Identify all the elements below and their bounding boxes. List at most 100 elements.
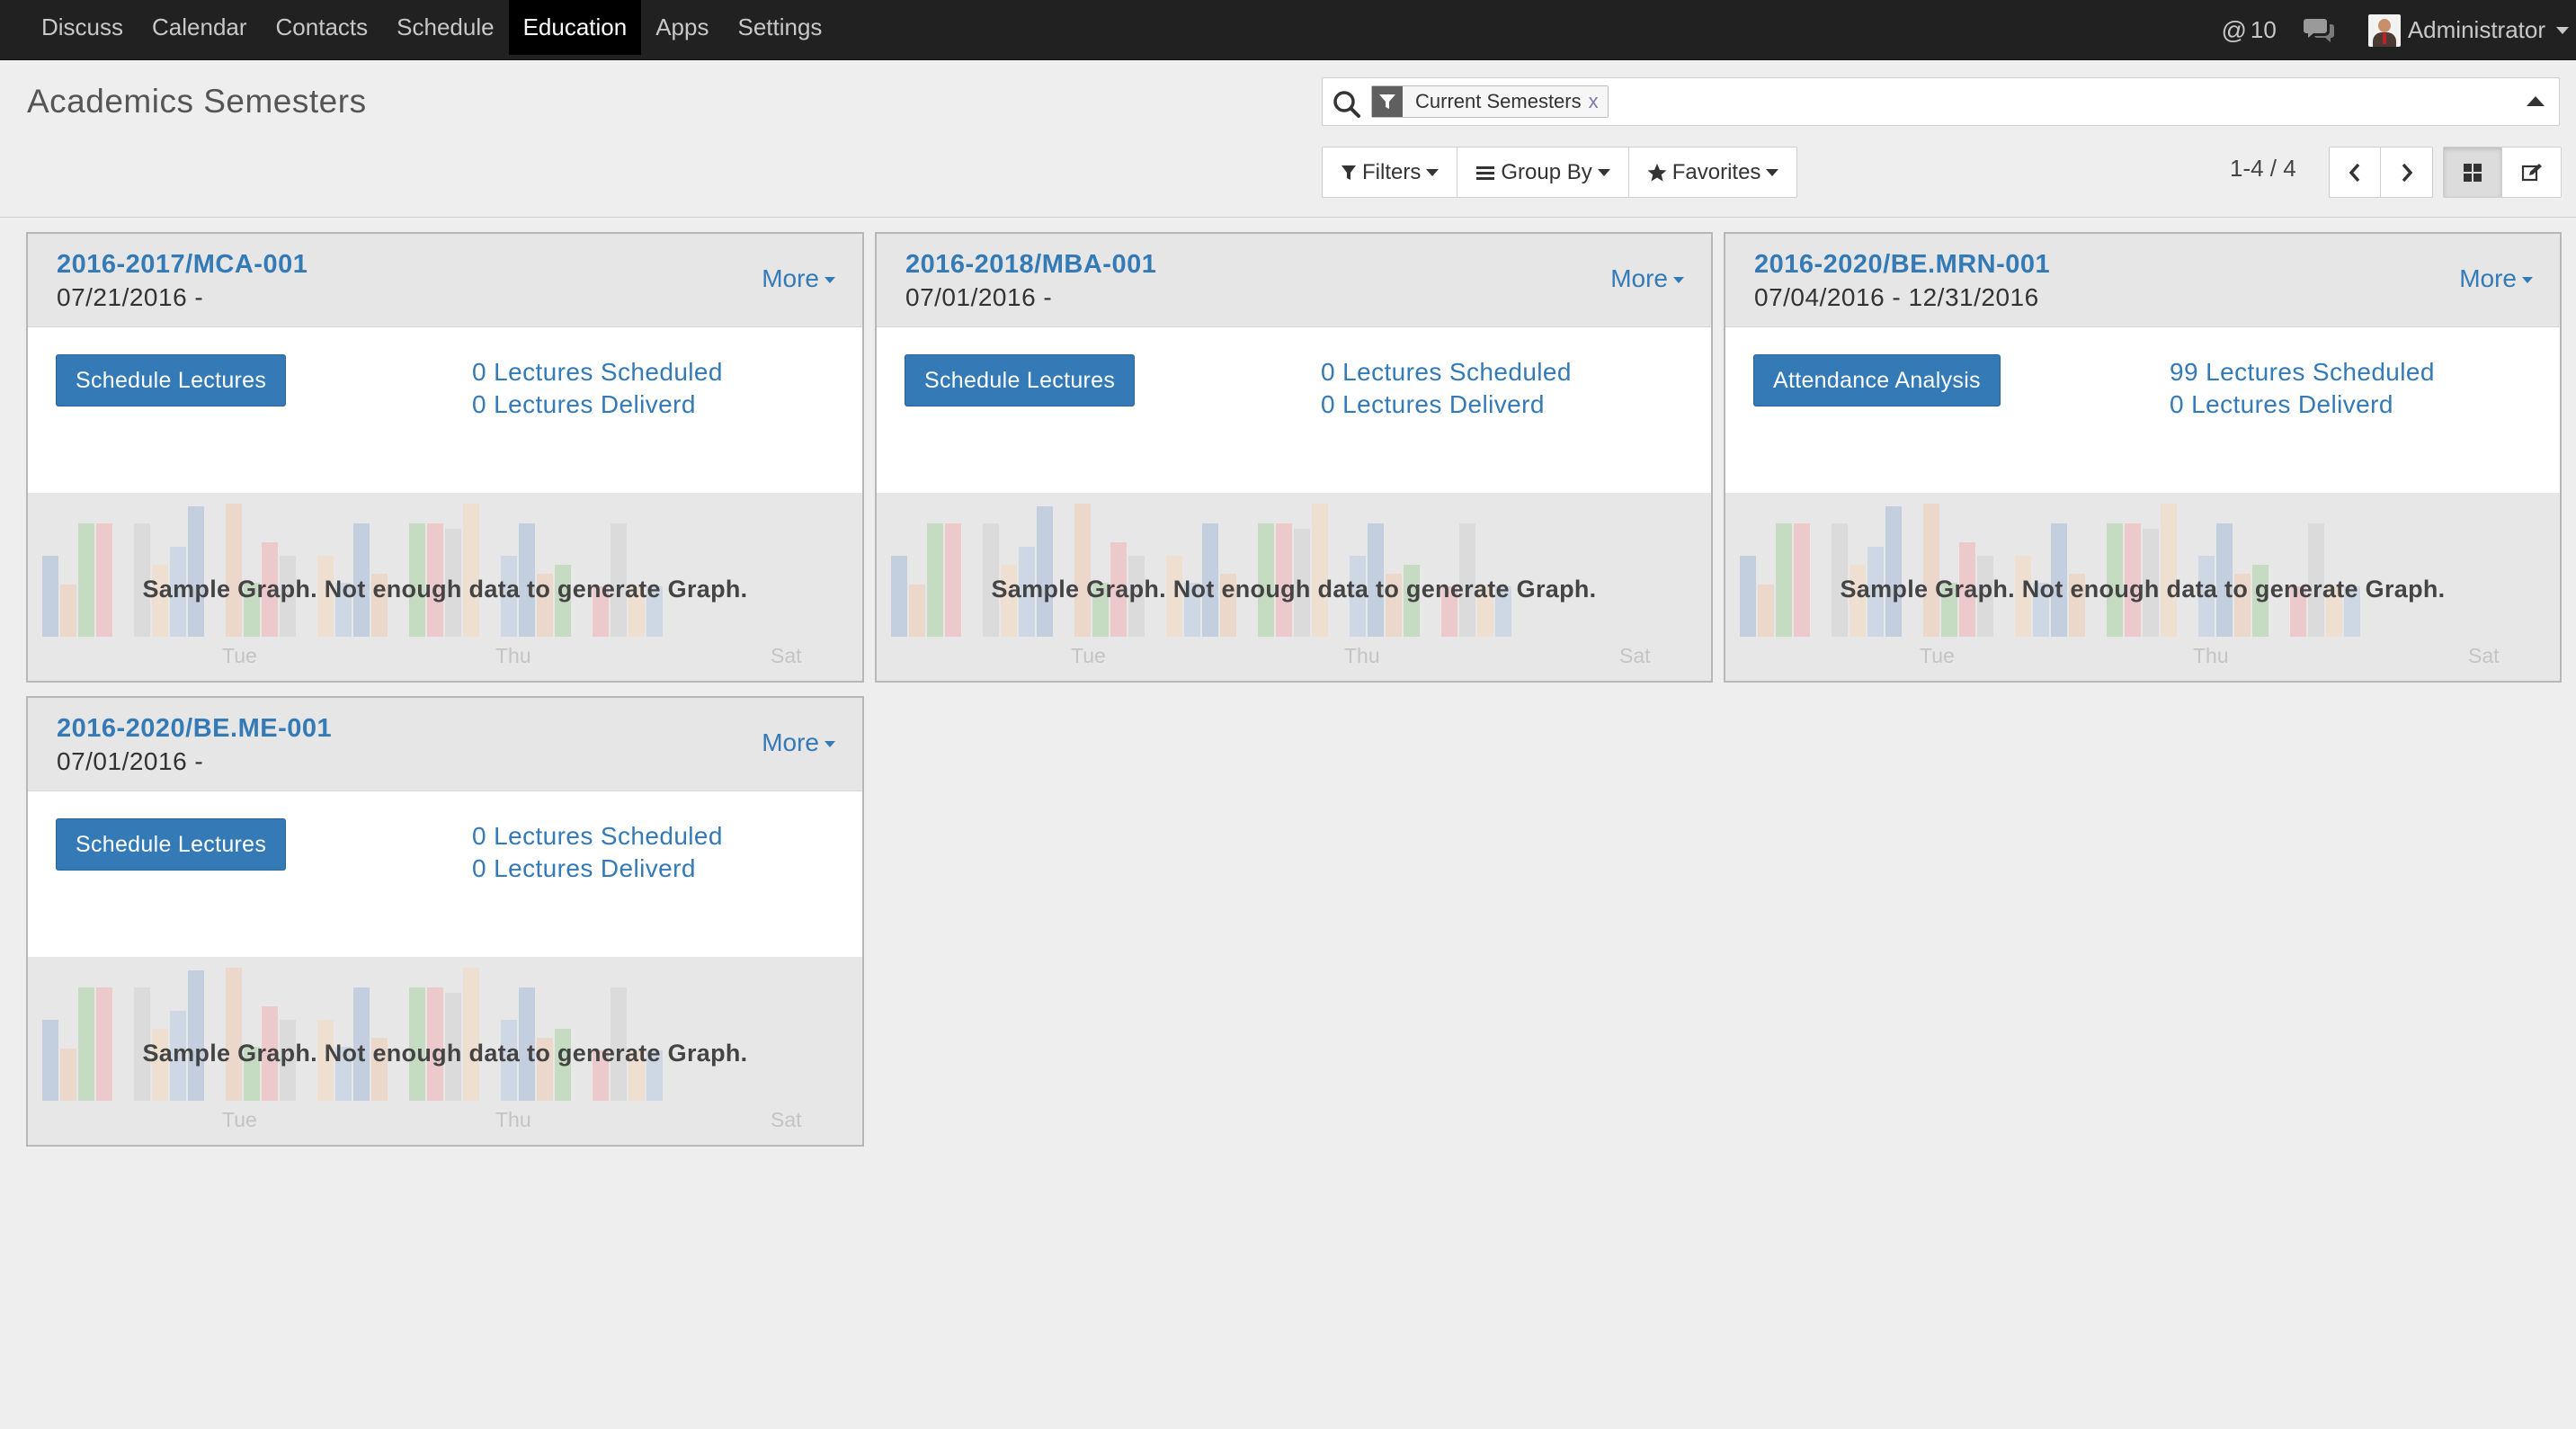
sample-graph-bar	[463, 968, 479, 1101]
graph-message: Sample Graph. Not enough data to generat…	[1840, 576, 2446, 603]
chevron-left-icon	[2349, 163, 2360, 182]
graph-tick-label: Thu	[2193, 644, 2229, 667]
nav-item-settings[interactable]: Settings	[723, 0, 836, 55]
semester-card[interactable]: 2016-2018/MBA-001 07/01/2016 - More Sche…	[875, 232, 1713, 683]
pager-buttons	[2329, 147, 2433, 198]
lectures-scheduled-link[interactable]: 0 Lectures Scheduled	[472, 822, 723, 851]
card-action-button[interactable]: Attendance Analysis	[1753, 354, 2001, 406]
filters-label: Filters	[1362, 159, 1422, 184]
sample-graph-bar	[188, 506, 204, 637]
graph-tick-label: Thu	[1344, 644, 1380, 667]
graph-tick-label: Tue	[222, 1108, 257, 1131]
pager-next-button[interactable]	[2381, 147, 2432, 197]
sample-graph-bar	[2161, 504, 2177, 637]
facet-label: Current Semesters	[1415, 90, 1582, 112]
facet-remove-button[interactable]: x	[1589, 90, 1608, 113]
nav-item-calendar[interactable]: Calendar	[138, 0, 262, 55]
graph-tick-label: Sat	[771, 644, 802, 667]
chat-button[interactable]	[2303, 15, 2368, 46]
sample-graph-bar	[1885, 506, 1902, 637]
graph-message: Sample Graph. Not enough data to generat…	[142, 576, 748, 603]
sample-graph-bar	[188, 970, 204, 1101]
graph-tick-label: Sat	[2468, 644, 2500, 667]
lectures-delivered-link[interactable]: 0 Lectures Deliverd	[2170, 390, 2393, 419]
more-dropdown-toggle[interactable]: More	[1610, 264, 1684, 293]
lectures-scheduled-link[interactable]: 0 Lectures Scheduled	[472, 358, 723, 387]
search-bar[interactable]: Current Semesters x	[1322, 77, 2560, 126]
semester-dates: 07/04/2016 - 12/31/2016	[1754, 283, 2039, 311]
caret-down-icon	[1426, 168, 1440, 176]
user-name: Administrator	[2407, 16, 2545, 43]
more-label: More	[762, 728, 819, 756]
search-facet: Current Semesters x	[1371, 85, 1609, 118]
pager-previous-button[interactable]	[2330, 147, 2381, 197]
more-dropdown-toggle[interactable]: More	[2459, 264, 2533, 293]
favorites-button[interactable]: Favorites	[1629, 147, 1797, 197]
semester-card[interactable]: 2016-2017/MCA-001 07/21/2016 - More Sche…	[26, 232, 864, 683]
card-action-button[interactable]: Schedule Lectures	[56, 818, 287, 871]
lectures-delivered-link[interactable]: 0 Lectures Deliverd	[472, 390, 696, 419]
semester-card[interactable]: 2016-2020/BE.ME-001 07/01/2016 - More Sc…	[26, 696, 864, 1147]
nav-item-apps[interactable]: Apps	[641, 0, 723, 55]
semester-name[interactable]: 2016-2020/BE.ME-001	[57, 714, 332, 744]
sample-graph-bar	[1312, 504, 1328, 637]
more-dropdown-toggle[interactable]: More	[762, 728, 835, 757]
card-header: 2016-2018/MBA-001 07/01/2016 - More	[877, 234, 1711, 327]
kanban-grid-icon	[2464, 163, 2482, 182]
nav-item-schedule[interactable]: Schedule	[382, 0, 508, 55]
graph-tick-label: Tue	[1920, 644, 1955, 667]
semester-name[interactable]: 2016-2017/MCA-001	[57, 250, 308, 280]
search-input[interactable]	[1664, 85, 2491, 118]
caret-down-icon	[2522, 277, 2533, 284]
chat-bubbles-icon	[2303, 18, 2334, 42]
user-menu[interactable]: Administrator	[2367, 13, 2576, 47]
caret-down-icon	[1597, 168, 1610, 176]
group-by-label: Group By	[1501, 159, 1592, 184]
filter-icon	[1341, 165, 1356, 180]
nav-item-education[interactable]: Education	[508, 0, 642, 55]
card-action-button[interactable]: Schedule Lectures	[56, 354, 287, 406]
bars-icon	[1476, 165, 1495, 180]
semester-name[interactable]: 2016-2018/MBA-001	[905, 250, 1156, 280]
lectures-delivered-link[interactable]: 0 Lectures Deliverd	[472, 854, 696, 883]
sample-graph-bar	[226, 504, 242, 637]
sample-graph: Sample Graph. Not enough data to generat…	[28, 957, 862, 1145]
search-icon[interactable]	[1332, 89, 1362, 120]
pager-value[interactable]: 1-4 / 4	[2230, 155, 2296, 183]
semester-name[interactable]: 2016-2020/BE.MRN-001	[1754, 250, 2050, 280]
more-dropdown-toggle[interactable]: More	[762, 264, 835, 293]
lectures-scheduled-link[interactable]: 0 Lectures Scheduled	[1321, 358, 1572, 387]
semester-dates: 07/01/2016 -	[57, 747, 204, 775]
edit-icon	[2521, 163, 2542, 181]
mentions-indicator[interactable]: @ 10	[2221, 16, 2276, 45]
filters-button[interactable]: Filters	[1323, 147, 1458, 197]
mentions-count: 10	[2250, 16, 2277, 43]
card-action-button[interactable]: Schedule Lectures	[905, 354, 1136, 406]
group-by-button[interactable]: Group By	[1457, 147, 1629, 197]
graph-tick-label: Sat	[771, 1108, 802, 1131]
nav-item-discuss[interactable]: Discuss	[27, 0, 138, 55]
more-label: More	[1610, 264, 1668, 292]
nav-item-contacts[interactable]: Contacts	[262, 0, 383, 55]
semester-dates: 07/21/2016 -	[57, 283, 204, 311]
semester-card[interactable]: 2016-2020/BE.MRN-001 07/04/2016 - 12/31/…	[1724, 232, 2562, 683]
systray: @ 10 Administrator	[2221, 0, 2576, 60]
search-options-group: Filters Group By Favorites	[1322, 147, 1798, 198]
lectures-delivered-link[interactable]: 0 Lectures Deliverd	[1321, 390, 1545, 419]
caret-down-icon	[1673, 277, 1684, 284]
more-label: More	[762, 264, 819, 292]
app-menu: Discuss Calendar Contacts Schedule Educa…	[27, 0, 836, 60]
sample-graph: Sample Graph. Not enough data to generat…	[1725, 493, 2560, 681]
view-switcher	[2443, 147, 2562, 198]
caret-down-icon	[2556, 26, 2569, 34]
page-title: Academics Semesters	[27, 83, 367, 120]
kanban-view-button[interactable]	[2444, 147, 2502, 197]
form-view-button[interactable]	[2502, 147, 2561, 197]
star-icon	[1647, 163, 1667, 182]
sample-graph-bar	[463, 504, 479, 637]
lectures-scheduled-link[interactable]: 99 Lectures Scheduled	[2170, 358, 2435, 387]
card-header: 2016-2020/BE.MRN-001 07/04/2016 - 12/31/…	[1725, 234, 2560, 327]
chevron-right-icon	[2402, 163, 2412, 182]
search-options-toggle-icon[interactable]	[2527, 96, 2545, 106]
favorites-label: Favorites	[1671, 159, 1761, 184]
